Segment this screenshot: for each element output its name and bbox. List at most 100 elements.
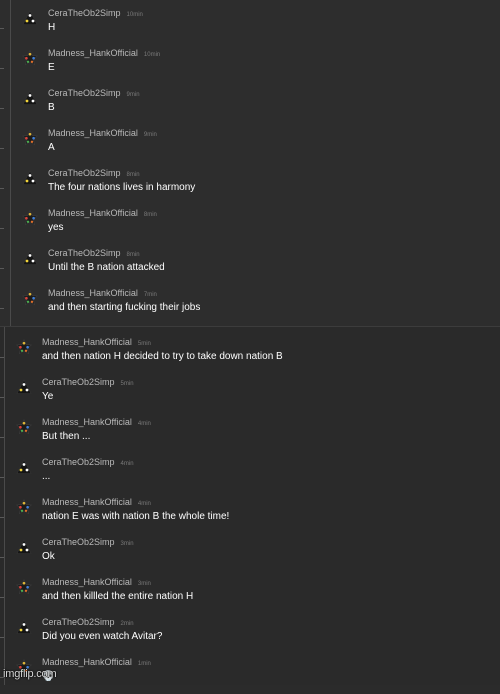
- message-text: Until the B nation attacked: [48, 262, 165, 273]
- screenshot-seam: [0, 326, 500, 327]
- thread-tick: [0, 517, 4, 518]
- username-label[interactable]: CeraTheOb2Simp: [42, 617, 115, 627]
- avatar-star-icon[interactable]: [22, 130, 38, 146]
- username-label[interactable]: Madness_HankOfficial: [48, 128, 138, 138]
- thread-tick: [0, 108, 4, 109]
- avatar-triangle-dots-icon[interactable]: [22, 90, 38, 106]
- thread-tick: [0, 28, 4, 29]
- avatar-star-icon[interactable]: [22, 50, 38, 66]
- avatar-triangle-dots-icon[interactable]: [22, 250, 38, 266]
- message-timestamp: 3min: [137, 581, 151, 587]
- message-username[interactable]: CeraTheOb2Simp 5min: [42, 377, 134, 387]
- avatar-triangle-dots-icon[interactable]: [16, 459, 32, 475]
- username-label[interactable]: Madness_HankOfficial: [42, 337, 132, 347]
- thread-tick: [0, 148, 4, 149]
- message-text: H: [48, 22, 56, 33]
- message-username[interactable]: Madness_HankOfficial 3min: [42, 577, 151, 587]
- username-label[interactable]: CeraTheOb2Simp: [42, 377, 115, 387]
- username-label[interactable]: Madness_HankOfficial: [48, 288, 138, 298]
- thread-tick: [0, 437, 4, 438]
- message-text: and then nation H decided to try to take…: [42, 351, 283, 362]
- message-text: B: [48, 102, 55, 113]
- message-username[interactable]: CeraTheOb2Simp 2min: [42, 617, 134, 627]
- username-label[interactable]: CeraTheOb2Simp: [42, 457, 115, 467]
- message-timestamp: 4min: [120, 461, 134, 467]
- avatar-star-icon[interactable]: [22, 290, 38, 306]
- message-username[interactable]: Madness_HankOfficial 9min: [48, 128, 157, 138]
- thread-tick: [0, 597, 4, 598]
- avatar-triangle-dots-icon[interactable]: [16, 539, 32, 555]
- avatar-triangle-dots-icon[interactable]: [22, 170, 38, 186]
- avatar-triangle-dots-icon[interactable]: [16, 379, 32, 395]
- message-username[interactable]: Madness_HankOfficial 7min: [48, 288, 157, 298]
- username-label[interactable]: CeraTheOb2Simp: [48, 168, 121, 178]
- message-username[interactable]: Madness_HankOfficial 10min: [48, 48, 160, 58]
- message-username[interactable]: CeraTheOb2Simp 9min: [48, 88, 140, 98]
- message-text: E: [48, 62, 55, 73]
- message-text: and then killled the entire nation H: [42, 591, 194, 602]
- message-username[interactable]: CeraTheOb2Simp 8min: [48, 248, 140, 258]
- username-label[interactable]: Madness_HankOfficial: [48, 208, 138, 218]
- thread-tick: [0, 477, 4, 478]
- message-text: A: [48, 142, 55, 153]
- message-text: and then starting fucking their jobs: [48, 302, 201, 313]
- avatar-star-icon[interactable]: [16, 499, 32, 515]
- avatar-star-icon[interactable]: [16, 339, 32, 355]
- message-timestamp: 10min: [126, 12, 143, 18]
- avatar-star-icon[interactable]: [16, 579, 32, 595]
- thread-tick: [0, 397, 4, 398]
- message-text: Ye: [42, 391, 54, 402]
- message-timestamp: 4min: [137, 421, 151, 427]
- message-timestamp: 4min: [137, 501, 151, 507]
- username-label[interactable]: CeraTheOb2Simp: [48, 8, 121, 18]
- message-timestamp: 9min: [143, 132, 157, 138]
- username-label[interactable]: CeraTheOb2Simp: [48, 88, 121, 98]
- message-username[interactable]: Madness_HankOfficial 8min: [48, 208, 157, 218]
- message-text: The four nations lives in harmony: [48, 182, 196, 193]
- message-timestamp: 8min: [143, 212, 157, 218]
- thread-tick: [0, 357, 4, 358]
- username-label[interactable]: CeraTheOb2Simp: [42, 537, 115, 547]
- thread-tick: [0, 68, 4, 69]
- username-label[interactable]: Madness_HankOfficial: [42, 657, 132, 667]
- message-timestamp: 5min: [137, 341, 151, 347]
- avatar-triangle-dots-icon[interactable]: [16, 619, 32, 635]
- thread-tick: [0, 188, 4, 189]
- username-label[interactable]: CeraTheOb2Simp: [48, 248, 121, 258]
- message-timestamp: 3min: [120, 541, 134, 547]
- thread-tick: [0, 228, 4, 229]
- message-username[interactable]: CeraTheOb2Simp 10min: [48, 8, 143, 18]
- username-label[interactable]: Madness_HankOfficial: [42, 577, 132, 587]
- username-label[interactable]: Madness_HankOfficial: [42, 417, 132, 427]
- thread-tick: [0, 268, 4, 269]
- message-timestamp: 1min: [137, 661, 151, 667]
- message-username[interactable]: Madness_HankOfficial 4min: [42, 417, 151, 427]
- thread-line: [10, 0, 11, 326]
- message-text: But then ...: [42, 431, 91, 442]
- message-text: ...: [42, 471, 51, 482]
- message-timestamp: 5min: [120, 381, 134, 387]
- message-text: Ok: [42, 551, 55, 562]
- message-username[interactable]: Madness_HankOfficial 1min: [42, 657, 151, 667]
- thread-tick: [0, 557, 4, 558]
- username-label[interactable]: Madness_HankOfficial: [48, 48, 138, 58]
- message-text: Did you even watch Avitar?: [42, 631, 163, 642]
- thread-tick: [0, 637, 4, 638]
- message-username[interactable]: CeraTheOb2Simp 3min: [42, 537, 134, 547]
- username-label[interactable]: Madness_HankOfficial: [42, 497, 132, 507]
- message-username[interactable]: Madness_HankOfficial 5min: [42, 337, 151, 347]
- watermark: imgflip.com: [3, 668, 57, 680]
- message-timestamp: 9min: [126, 92, 140, 98]
- message-username[interactable]: Madness_HankOfficial 4min: [42, 497, 151, 507]
- thread-line: [4, 327, 5, 685]
- message-username[interactable]: CeraTheOb2Simp 8min: [48, 168, 140, 178]
- thread-tick: [0, 308, 4, 309]
- message-timestamp: 8min: [126, 172, 140, 178]
- avatar-star-icon[interactable]: [22, 210, 38, 226]
- message-text: nation E was with nation B the whole tim…: [42, 511, 230, 522]
- message-username[interactable]: CeraTheOb2Simp 4min: [42, 457, 134, 467]
- message-timestamp: 7min: [143, 292, 157, 298]
- avatar-star-icon[interactable]: [16, 419, 32, 435]
- message-timestamp: 8min: [126, 252, 140, 258]
- avatar-triangle-dots-icon[interactable]: [22, 10, 38, 26]
